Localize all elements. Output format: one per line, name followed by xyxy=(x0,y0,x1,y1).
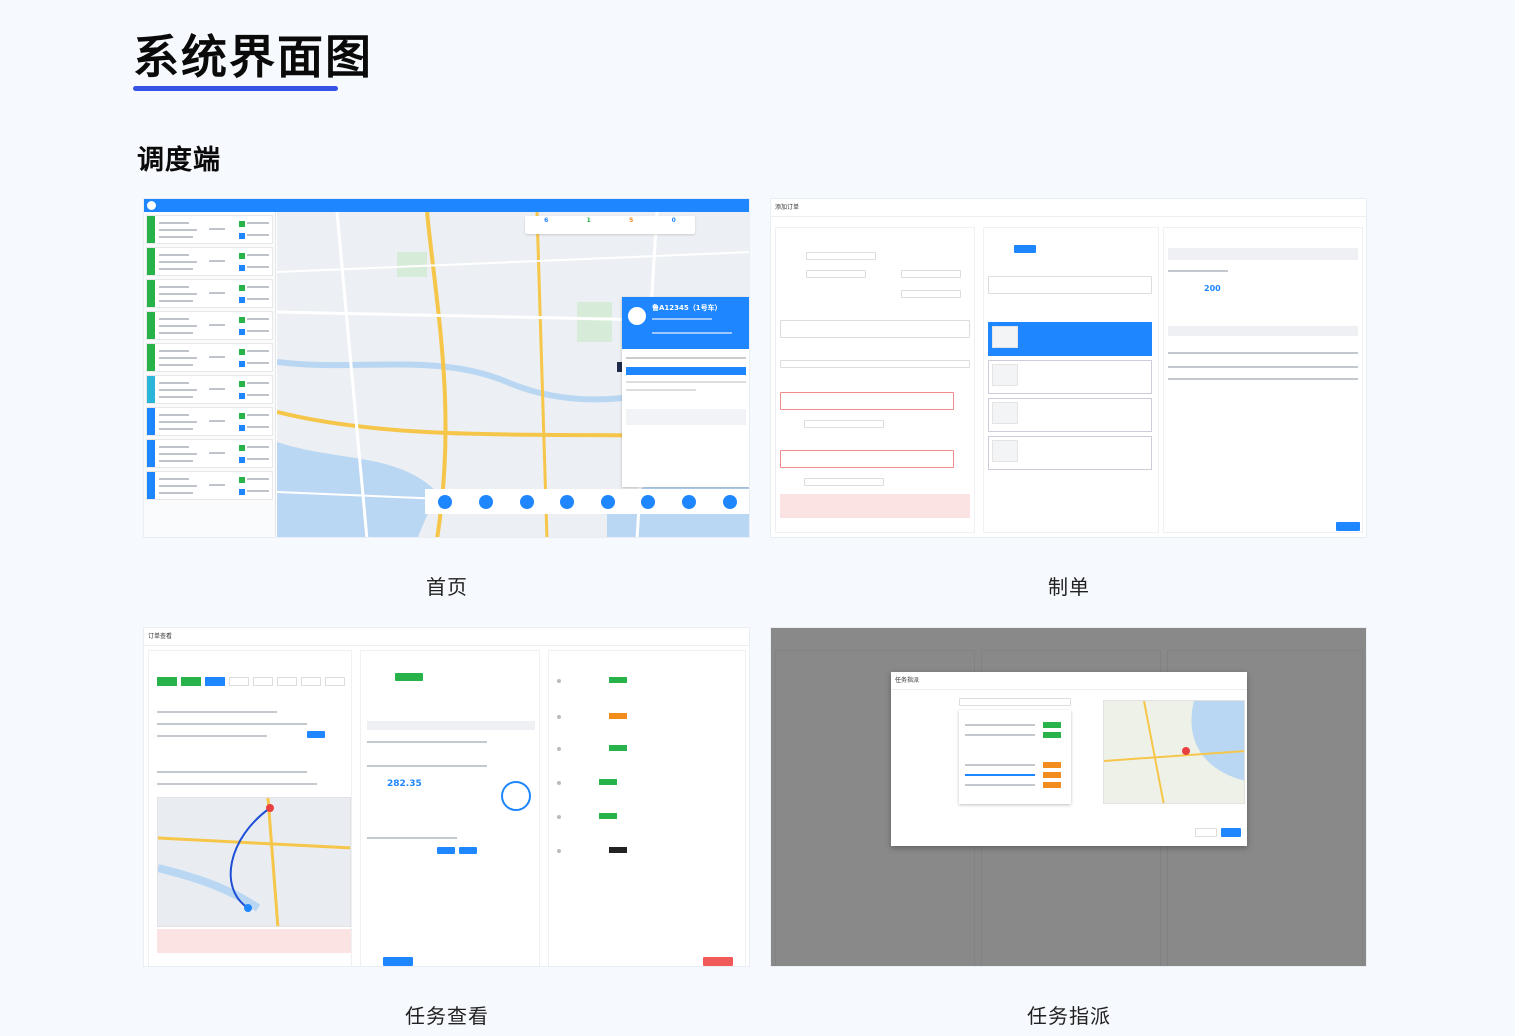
screenshot-order-form: 添加订单 200 xyxy=(770,198,1367,538)
destination-floor-field[interactable] xyxy=(804,478,884,486)
dialog-title: 订单查看 xyxy=(144,628,749,646)
clock-icon[interactable] xyxy=(641,494,656,509)
stat-3: 5 xyxy=(629,217,634,224)
stat-1: 6 xyxy=(544,217,549,224)
step-6 xyxy=(277,677,297,686)
assign-modal: 任务指派 xyxy=(891,672,1247,846)
route-map[interactable] xyxy=(157,797,351,927)
service-tile-1[interactable] xyxy=(988,322,1152,356)
modal-title: 任务指派 xyxy=(891,672,1247,690)
car-icon[interactable] xyxy=(519,494,534,509)
vehicle-dropdown[interactable] xyxy=(959,710,1071,804)
time-field[interactable] xyxy=(806,252,876,260)
stat-2: 1 xyxy=(586,217,591,224)
call-driver-button[interactable] xyxy=(437,847,455,854)
caption-task-view: 任务查看 xyxy=(405,1004,489,1028)
phone-field[interactable] xyxy=(901,270,961,278)
origin-address-field[interactable] xyxy=(780,392,954,410)
order-list xyxy=(144,212,276,537)
form-column-fee: 200 xyxy=(1163,227,1363,533)
timeline-column xyxy=(548,650,746,966)
stats-bar: 6 1 5 0 xyxy=(525,216,695,234)
name-field[interactable] xyxy=(806,270,866,278)
assign-map[interactable] xyxy=(1103,700,1245,804)
order-card[interactable] xyxy=(146,215,273,244)
origin-floor-field[interactable] xyxy=(804,420,884,428)
remark-field[interactable] xyxy=(988,276,1152,294)
step-7 xyxy=(301,677,321,686)
step-2 xyxy=(181,677,201,686)
page-title: 系统界面图 xyxy=(133,30,373,84)
video-icon[interactable] xyxy=(722,494,737,509)
caption-home: 首页 xyxy=(426,575,468,599)
order-card[interactable] xyxy=(146,439,273,468)
track-button[interactable] xyxy=(459,847,477,854)
user-icon[interactable] xyxy=(600,494,615,509)
order-card[interactable] xyxy=(146,311,273,340)
paid-stamp xyxy=(501,781,531,811)
estimate-summary xyxy=(780,494,970,518)
step-5 xyxy=(253,677,273,686)
phone-icon[interactable] xyxy=(438,494,453,509)
step-4 xyxy=(229,677,249,686)
confirm-button[interactable] xyxy=(1221,828,1241,837)
step-3 xyxy=(205,677,225,686)
step-1 xyxy=(157,677,177,686)
form-column-basic xyxy=(775,227,975,533)
hospital-field[interactable] xyxy=(780,360,970,368)
app-topbar xyxy=(144,199,749,212)
service-tile-4[interactable] xyxy=(988,436,1152,470)
save-icon[interactable] xyxy=(682,494,697,509)
step-8 xyxy=(325,677,345,686)
dispatch-button[interactable] xyxy=(383,957,413,966)
fee-total: 282.35 xyxy=(387,779,422,789)
form-column-service xyxy=(983,227,1159,533)
order-card[interactable] xyxy=(146,375,273,404)
condition-field[interactable] xyxy=(780,320,970,338)
age-field[interactable] xyxy=(901,290,961,298)
order-card[interactable] xyxy=(146,407,273,436)
screenshot-task-assign: 任务指派 xyxy=(770,627,1367,967)
logo-icon xyxy=(147,201,156,210)
submit-button[interactable] xyxy=(1336,522,1360,531)
vehicle-plate: 鲁A12345（1号车） xyxy=(652,304,722,312)
order-type-field[interactable] xyxy=(806,234,846,242)
progress-column xyxy=(148,650,352,966)
printer-icon[interactable] xyxy=(560,494,575,509)
call-button[interactable] xyxy=(307,731,325,738)
stat-4: 0 xyxy=(671,217,676,224)
section-title: 调度端 xyxy=(137,145,221,176)
close-order-button[interactable] xyxy=(703,957,733,966)
cancel-button[interactable] xyxy=(1195,828,1217,837)
fee-total: 200 xyxy=(1204,284,1221,293)
order-card[interactable] xyxy=(146,471,273,500)
service-tile-2[interactable] xyxy=(988,360,1152,394)
screenshot-home: 6 1 5 0 鲁A12345（1号车） xyxy=(143,198,750,538)
service-toggle[interactable] xyxy=(1014,245,1036,253)
screenshot-task-view: 订单查看 282.35 xyxy=(143,627,750,967)
service-type-tag xyxy=(395,673,423,681)
caption-form: 制单 xyxy=(1048,575,1090,599)
order-card[interactable] xyxy=(146,343,273,372)
distance-summary xyxy=(157,929,351,953)
vehicle-popup[interactable]: 鲁A12345（1号车） xyxy=(622,297,749,487)
vehicle-select[interactable] xyxy=(959,698,1071,706)
map-toolbar xyxy=(425,489,749,514)
caption-task-assign: 任务指派 xyxy=(1027,1004,1111,1028)
popup-action-button[interactable] xyxy=(626,367,746,375)
document-icon[interactable] xyxy=(478,494,493,509)
title-underline xyxy=(133,86,338,91)
vehicle-popup-header: 鲁A12345（1号车） xyxy=(622,297,749,349)
ambulance-icon xyxy=(628,307,646,325)
destination-address-field[interactable] xyxy=(780,450,954,468)
service-tile-3[interactable] xyxy=(988,398,1152,432)
service-column: 282.35 xyxy=(360,650,540,966)
dialog-title: 添加订单 xyxy=(771,199,1366,217)
order-card[interactable] xyxy=(146,247,273,276)
order-card[interactable] xyxy=(146,279,273,308)
